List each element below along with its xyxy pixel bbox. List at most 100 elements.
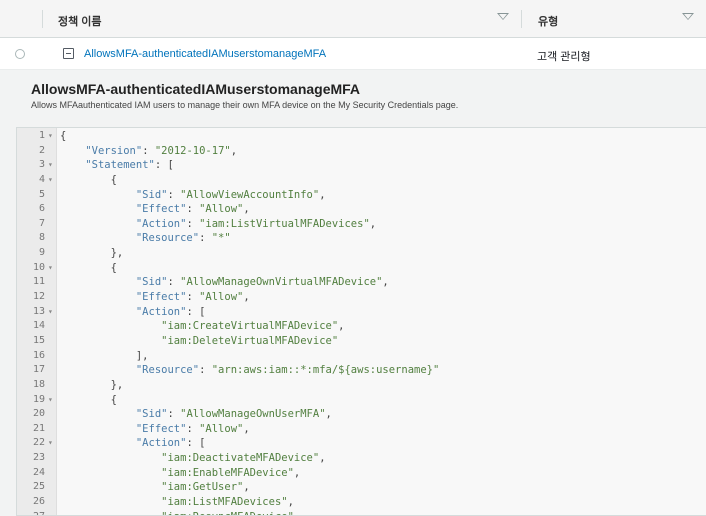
code-text: "Action": [ — [135, 305, 206, 318]
table-row[interactable]: AllowsMFA-authenticatedIAMuserstomanageM… — [0, 38, 706, 70]
code-text: { — [60, 261, 117, 274]
code-text: }, — [60, 247, 124, 260]
line-number: 20 — [32, 408, 45, 420]
code-line: 22 ▾ "Action": [ — [17, 436, 706, 451]
code-text: "Action": "iam:ListVirtualMFADevices", — [135, 217, 377, 230]
code-line: 26 "iam:ListMFADevices", — [17, 495, 706, 510]
code-text: { — [60, 173, 117, 186]
code-text: ], — [60, 349, 149, 362]
code-line: 21 "Effect": "Allow", — [17, 422, 706, 437]
code-text: "iam:EnableMFADevice", — [161, 466, 301, 479]
line-number: 26 — [32, 496, 45, 508]
line-number: 3 — [38, 159, 45, 171]
line-number: 10 — [32, 261, 45, 273]
line-number: 18 — [32, 378, 45, 390]
line-number: 14 — [32, 320, 45, 332]
line-number: 6 — [38, 203, 45, 215]
code-text: "iam:GetUser", — [161, 481, 250, 494]
code-line: 12 "Effect": "Allow", — [17, 290, 706, 305]
code-text: "Sid": "AllowViewAccountInfo", — [135, 188, 326, 201]
line-number: 11 — [32, 276, 45, 288]
code-line: 14 "iam:CreateVirtualMFADevice", — [17, 319, 706, 334]
sort-down-icon[interactable] — [682, 13, 694, 20]
line-number: 9 — [38, 247, 45, 259]
policy-table-header: 정책 이름 유형 — [0, 0, 706, 38]
fold-toggle-icon[interactable]: ▾ — [48, 305, 53, 320]
code-text: "Statement": [ — [85, 159, 174, 172]
line-number: 12 — [32, 291, 45, 303]
code-line: 2 "Version": "2012-10-17", — [17, 144, 706, 159]
code-line: 23 "iam:DeactivateMFADevice", — [17, 451, 706, 466]
code-line: 13 ▾ "Action": [ — [17, 305, 706, 320]
line-number: 24 — [32, 466, 45, 478]
line-number: 2 — [38, 144, 45, 156]
code-text: "Effect": "Allow", — [135, 422, 250, 435]
fold-toggle-icon[interactable]: ▾ — [48, 393, 53, 408]
line-number: 21 — [32, 422, 45, 434]
code-line: 9 }, — [17, 246, 706, 261]
code-text: "iam:DeleteVirtualMFADevice" — [161, 334, 339, 347]
line-number: 13 — [32, 305, 45, 317]
code-text: "Effect": "Allow", — [135, 291, 250, 304]
fold-toggle-icon[interactable]: ▾ — [48, 261, 53, 276]
code-line: 10 ▾ { — [17, 261, 706, 276]
collapse-icon[interactable] — [63, 48, 74, 59]
code-text: "Effect": "Allow", — [135, 203, 250, 216]
policy-details-panel: AllowsMFA-authenticatedIAMuserstomanageM… — [0, 70, 706, 516]
fold-toggle-icon[interactable]: ▾ — [48, 436, 53, 451]
code-line: 1 ▾ { — [17, 129, 706, 144]
code-lines: 1 ▾{2 "Version": "2012-10-17", 3 ▾ "Stateme… — [17, 129, 706, 515]
code-text: "Version": "2012-10-17", — [85, 144, 238, 157]
sort-down-icon[interactable] — [497, 13, 509, 20]
fold-toggle-icon[interactable]: ▾ — [48, 129, 53, 144]
code-text: "Sid": "AllowManageOwnVirtualMFADevice", — [135, 276, 389, 289]
code-text: "iam:CreateVirtualMFADevice", — [161, 320, 345, 333]
code-line: 17 "Resource": "arn:aws:iam::*:mfa/${aws… — [17, 363, 706, 378]
line-number: 19 — [32, 393, 45, 405]
fold-toggle-icon[interactable]: ▾ — [48, 158, 53, 173]
code-text: "Action": [ — [135, 437, 206, 450]
code-text: }, — [60, 378, 124, 391]
code-line: 27 "iam:ResyncMFADevice" — [17, 510, 706, 515]
code-text: "iam:DeactivateMFADevice", — [161, 452, 326, 465]
policy-name-link[interactable]: AllowsMFA-authenticatedIAMuserstomanageM… — [84, 48, 326, 60]
code-line: 18 }, — [17, 378, 706, 393]
line-number: 1 — [38, 130, 45, 141]
line-number: 17 — [32, 364, 45, 376]
line-number: 15 — [32, 334, 45, 346]
column-header-type[interactable]: 유형 — [538, 13, 558, 29]
code-line: 5 "Sid": "AllowViewAccountInfo", — [17, 188, 706, 203]
code-text: { — [60, 393, 117, 406]
column-header-policy-name[interactable]: 정책 이름 — [58, 13, 102, 29]
code-line: 7 "Action": "iam:ListVirtualMFADevices", — [17, 217, 706, 232]
select-radio[interactable] — [15, 49, 25, 59]
code-text: "iam:ResyncMFADevice" — [60, 510, 294, 515]
code-line: 3 ▾ "Statement": [ — [17, 158, 706, 173]
code-text: "Resource": "*" — [135, 232, 231, 245]
line-number: 7 — [38, 217, 45, 229]
code-line: 8 "Resource": "*" — [17, 231, 706, 246]
policy-title: AllowsMFA-authenticatedIAMuserstomanageM… — [31, 81, 361, 97]
code-text: { — [60, 130, 67, 142]
code-line: 6 "Effect": "Allow", — [17, 202, 706, 217]
line-number: 23 — [32, 452, 45, 464]
line-number: 25 — [32, 481, 45, 493]
code-line: 24 "iam:EnableMFADevice", — [17, 466, 706, 481]
code-text: "Sid": "AllowManageOwnUserMFA", — [135, 408, 332, 421]
line-number: 5 — [38, 188, 45, 200]
line-number: 8 — [38, 232, 45, 244]
code-line: 4 ▾ { — [17, 173, 706, 188]
column-separator — [521, 10, 522, 28]
policy-json-editor[interactable]: 1 ▾{2 "Version": "2012-10-17", 3 ▾ "Stateme… — [16, 127, 706, 516]
code-line: 20 "Sid": "AllowManageOwnUserMFA", — [17, 407, 706, 422]
code-line: 25 "iam:GetUser", — [17, 480, 706, 495]
fold-toggle-icon[interactable]: ▾ — [48, 173, 53, 188]
line-number: 27 — [17, 510, 45, 515]
code-text: "iam:ListMFADevices", — [161, 496, 294, 509]
line-number: 16 — [32, 349, 45, 361]
code-line: 15 "iam:DeleteVirtualMFADevice" — [17, 334, 706, 349]
column-separator — [42, 10, 43, 28]
code-line: 16 ], — [17, 349, 706, 364]
line-number: 22 — [32, 437, 45, 449]
line-number: 4 — [38, 173, 45, 185]
